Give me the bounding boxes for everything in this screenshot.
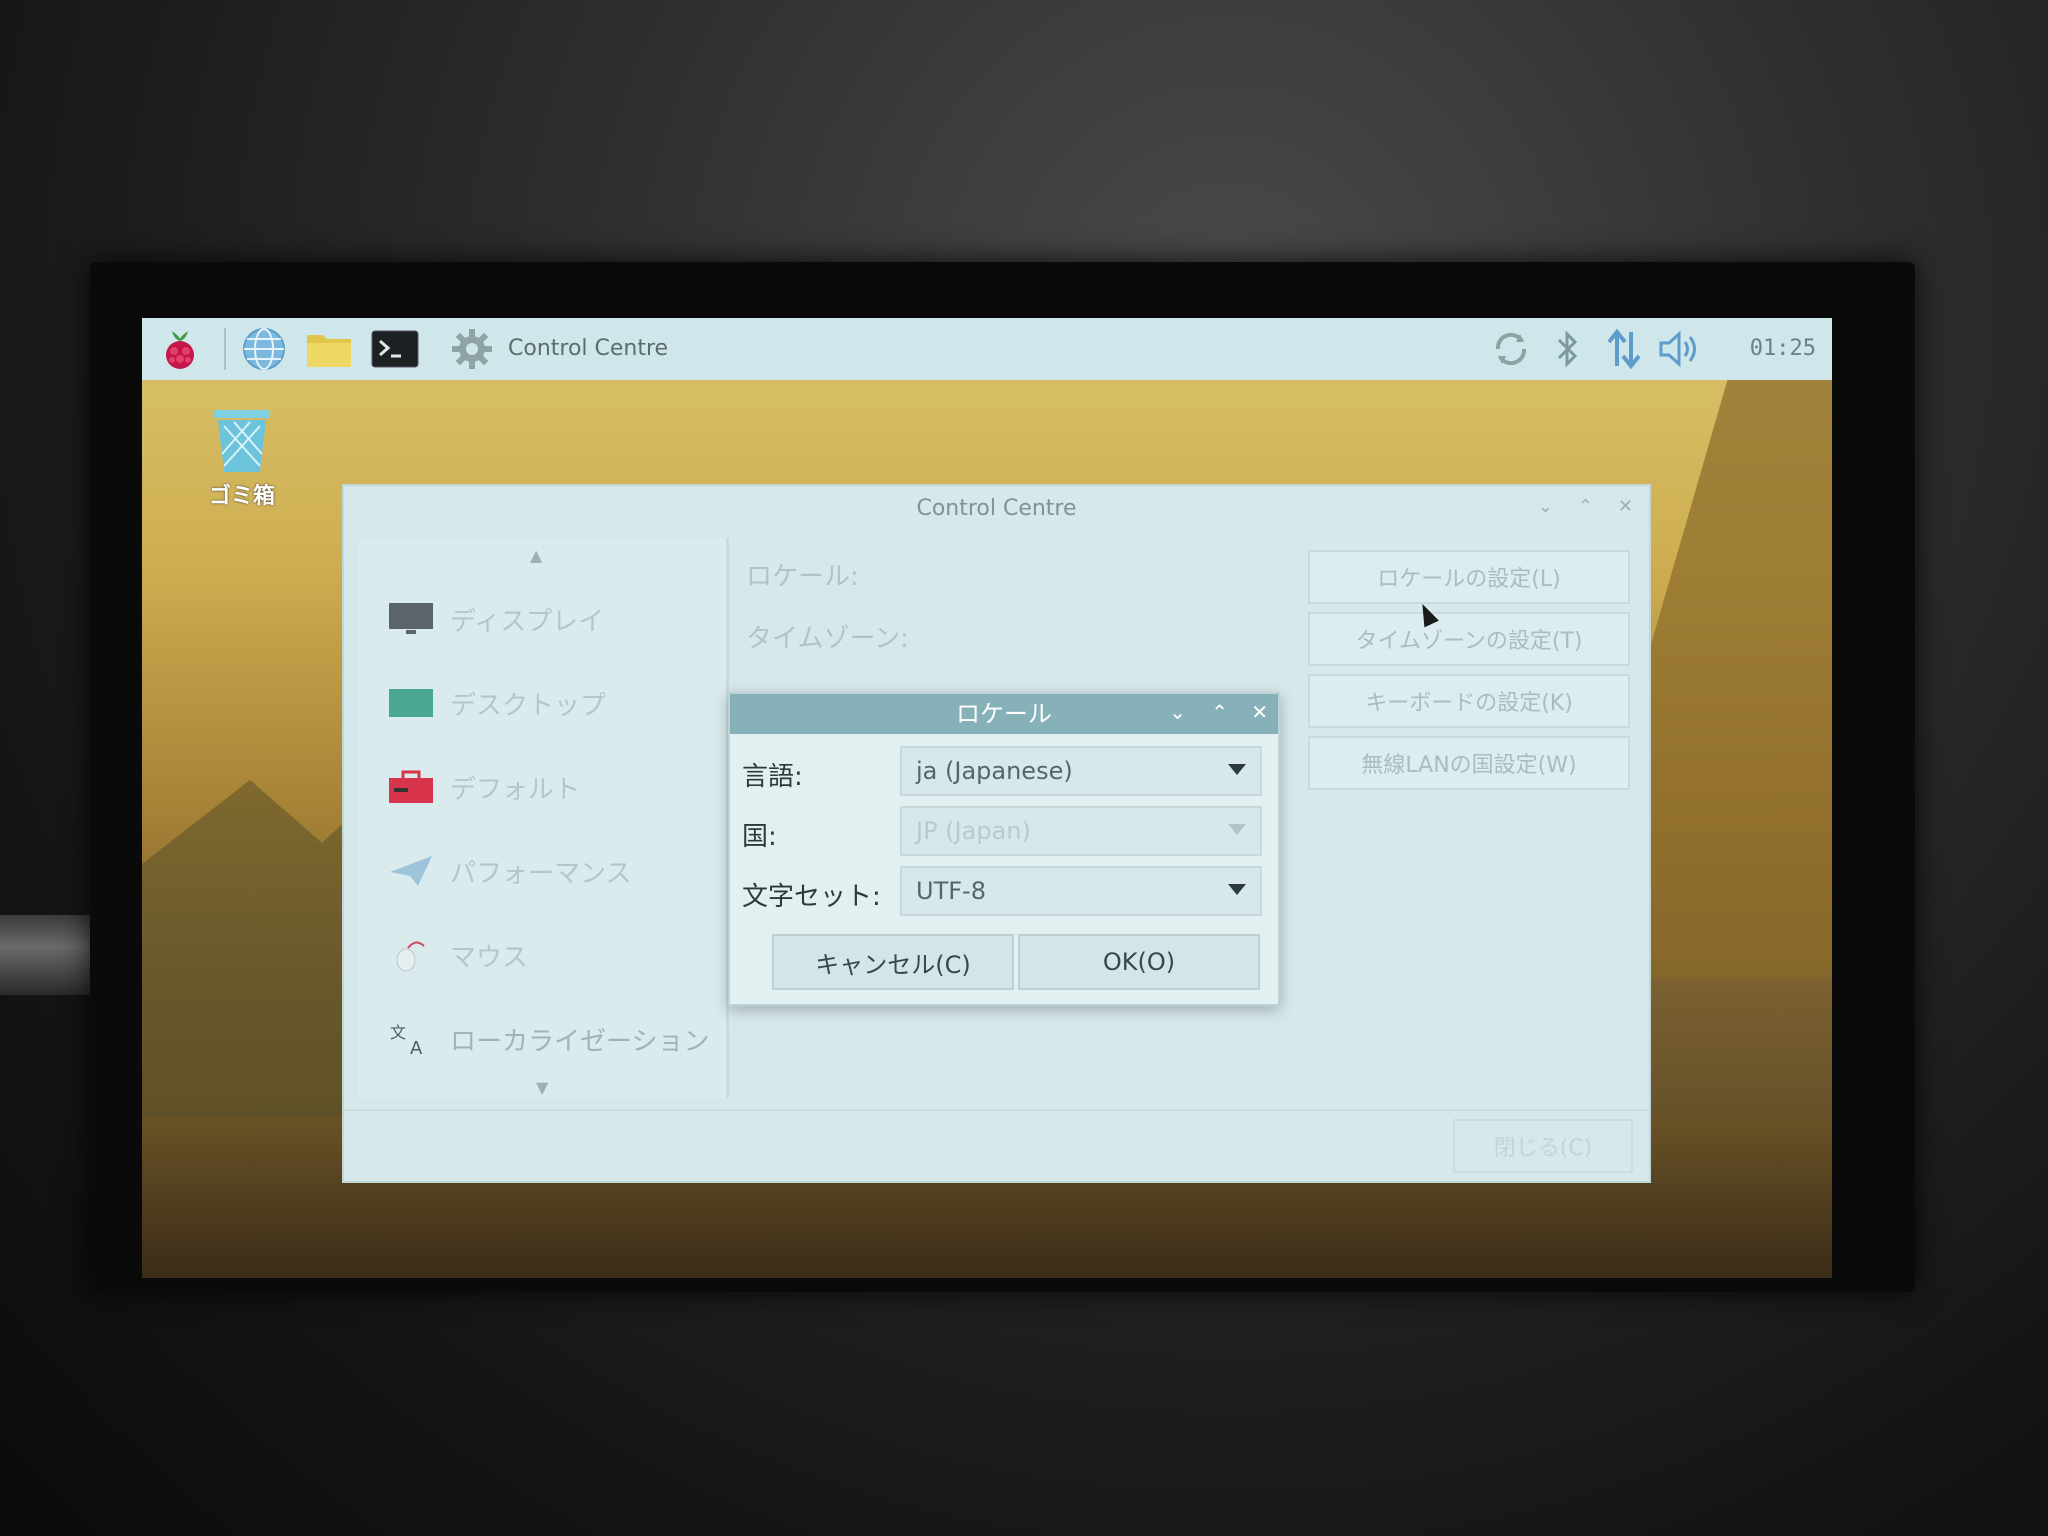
taskbar-separator xyxy=(224,328,226,370)
sidebar-item-label: マウス xyxy=(450,942,529,973)
sidebar-item-label: パフォーマンス xyxy=(450,858,632,889)
sidebar-item-label: ローカライゼーション xyxy=(450,1026,710,1057)
trash-desktop-item[interactable]: ゴミ箱 xyxy=(192,408,292,510)
charset-label: 文字セット: xyxy=(742,882,881,912)
charset-value: UTF-8 xyxy=(916,877,986,905)
window-button-bar: 閉じる(C) xyxy=(344,1109,1649,1181)
settings-gear-icon[interactable] xyxy=(448,328,496,370)
minimize-icon[interactable]: ⌄ xyxy=(1538,496,1553,517)
window-title: Control Centre xyxy=(916,496,1077,521)
sidebar-item-label: デフォルト xyxy=(450,774,581,805)
taskbar: Control Centre 01:25 xyxy=(142,318,1832,380)
timezone-label: タイムゾーン: xyxy=(746,624,909,654)
usb-cable xyxy=(0,915,95,995)
chevron-down-icon xyxy=(1228,764,1246,775)
ok-button[interactable]: OK(O) xyxy=(1018,934,1260,990)
locale-dialog: ロケール ⌄ ⌃ ✕ 言語: ja (Japanese) 国: JP (Japa… xyxy=(728,692,1280,1006)
sidebar-item-performance[interactable]: パフォーマンス xyxy=(388,846,631,896)
cancel-button[interactable]: キャンセル(C) xyxy=(772,934,1014,990)
sidebar-item-defaults[interactable]: デフォルト xyxy=(388,762,580,812)
bluetooth-icon[interactable] xyxy=(1550,328,1586,370)
trash-icon xyxy=(214,410,270,472)
sidebar-item-label: ディスプレイ xyxy=(450,606,605,637)
language-select[interactable]: ja (Japanese) xyxy=(900,746,1262,796)
close-icon[interactable]: ✕ xyxy=(1618,496,1633,517)
screen: Control Centre 01:25 ゴミ箱 Control Centre … xyxy=(142,318,1832,1278)
close-button[interactable]: 閉じる(C) xyxy=(1453,1119,1633,1173)
sidebar-item-label: デスクトップ xyxy=(450,690,607,721)
country-select[interactable]: JP (Japan) xyxy=(900,806,1262,856)
dialog-minimize-icon[interactable]: ⌄ xyxy=(1169,700,1186,724)
chevron-down-icon xyxy=(1228,824,1246,835)
sidebar-item-mouse[interactable]: マウス xyxy=(388,930,528,980)
volume-icon[interactable] xyxy=(1656,328,1704,370)
raspberry-menu-icon[interactable] xyxy=(158,328,202,370)
country-value: JP (Japan) xyxy=(916,817,1031,845)
dialog-close-icon[interactable]: ✕ xyxy=(1251,700,1268,724)
file-manager-icon[interactable] xyxy=(304,328,354,370)
locale-label: ロケール: xyxy=(746,562,859,592)
country-label: 国: xyxy=(742,822,777,852)
set-timezone-button[interactable]: タイムゾーンの設定(T) xyxy=(1308,612,1630,666)
maximize-icon[interactable]: ⌃ xyxy=(1578,496,1593,517)
svg-text:文: 文 xyxy=(390,1023,406,1042)
language-value: ja (Japanese) xyxy=(916,757,1073,785)
set-locale-button[interactable]: ロケールの設定(L) xyxy=(1308,550,1630,604)
charset-select[interactable]: UTF-8 xyxy=(900,866,1262,916)
sidebar-item-localisation[interactable]: 文A ローカライゼーション xyxy=(388,1014,709,1064)
taskbar-window-title[interactable]: Control Centre xyxy=(508,318,668,380)
updater-icon[interactable] xyxy=(1488,328,1534,370)
clock[interactable]: 01:25 xyxy=(1750,318,1816,380)
set-keyboard-button[interactable]: キーボードの設定(K) xyxy=(1308,674,1630,728)
mouse-icon xyxy=(396,941,425,972)
localisation-icon: 文A xyxy=(390,1023,423,1056)
trash-label: ゴミ箱 xyxy=(208,484,275,509)
defaults-toolbox-icon xyxy=(389,770,433,803)
display-icon xyxy=(389,603,433,634)
network-icon[interactable] xyxy=(1604,328,1644,370)
scroll-down-icon[interactable]: ▼ xyxy=(536,1078,548,1097)
performance-icon xyxy=(390,856,432,886)
chevron-down-icon xyxy=(1228,884,1246,895)
desktop-icon xyxy=(389,689,433,717)
set-wifi-country-button[interactable]: 無線LANの国設定(W) xyxy=(1308,736,1630,790)
sidebar-item-desktop[interactable]: デスクトップ xyxy=(388,678,606,728)
svg-text:A: A xyxy=(410,1038,423,1056)
dialog-title: ロケール xyxy=(730,694,1278,734)
web-browser-icon[interactable] xyxy=(240,328,288,370)
terminal-icon[interactable] xyxy=(370,328,420,370)
dialog-maximize-icon[interactable]: ⌃ xyxy=(1211,700,1228,724)
sidebar: ▲ ディスプレイ デスクトップ デフォルト パフォーマンス マウス 文 A ロー… xyxy=(358,538,729,1098)
language-label: 言語: xyxy=(742,762,803,792)
sidebar-item-display[interactable]: ディスプレイ xyxy=(388,594,604,644)
scroll-up-icon[interactable]: ▲ xyxy=(530,546,542,565)
